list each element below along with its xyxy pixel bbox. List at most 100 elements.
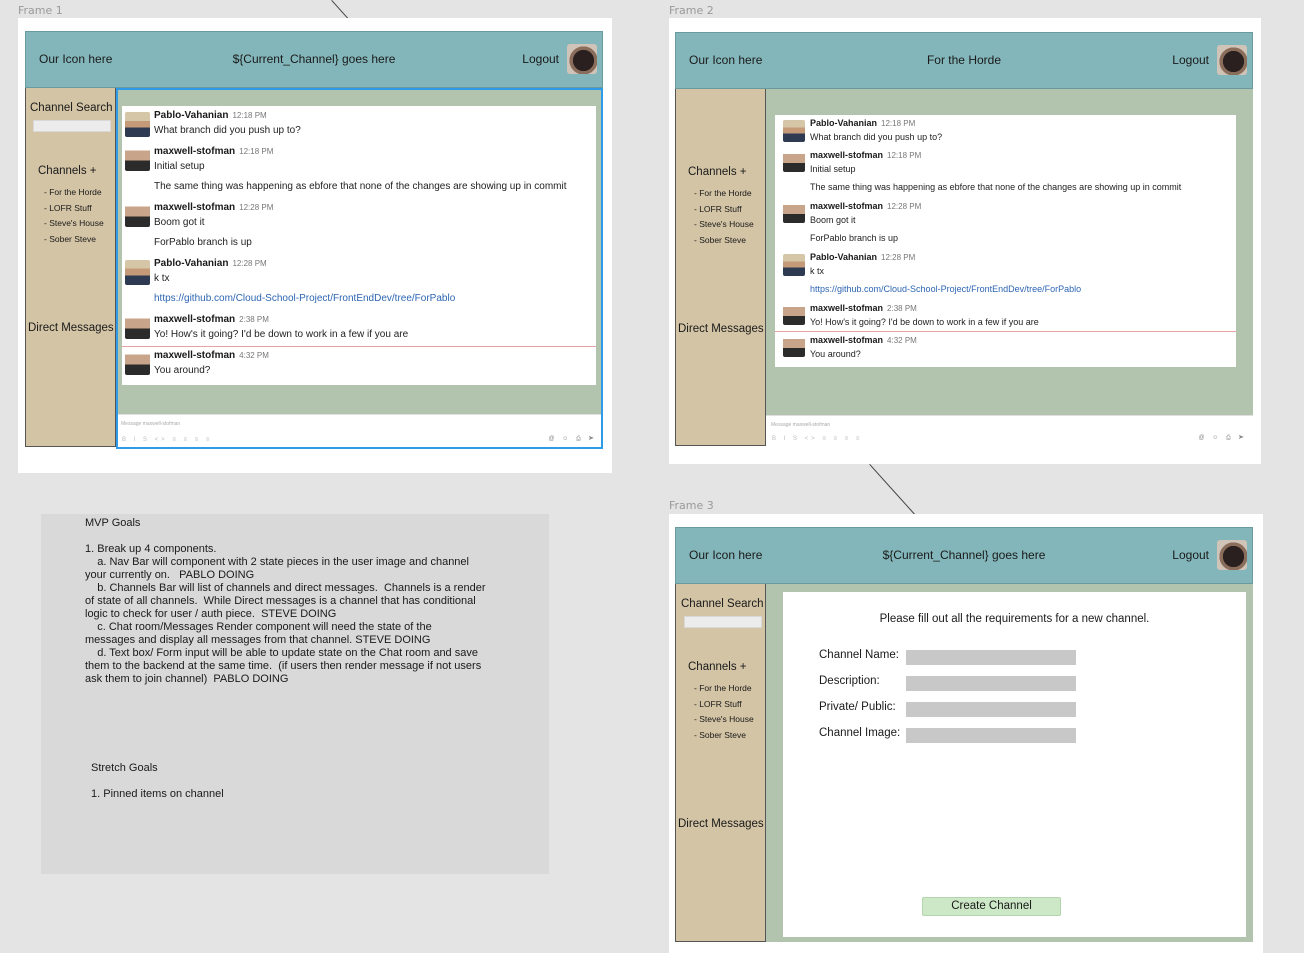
mvp-goals-title: MVP Goals — [85, 517, 141, 529]
create-channel-button[interactable]: Create Channel — [922, 897, 1061, 916]
message-author[interactable]: maxwell-stofman 12:28 PM — [810, 201, 921, 211]
frame-1-label: Frame 1 — [18, 4, 63, 17]
message-list: Pablo-Vahanian 12:18 PM What branch did y… — [775, 115, 1236, 367]
composer-placeholder: Message maxwell-stofman — [771, 422, 831, 428]
channel-item[interactable]: - Steve's House — [694, 217, 754, 233]
mvp-goal-line: logic to check for user / auth piece. ST… — [85, 608, 337, 620]
nav-bar: Our Icon here ${Current_Channel} goes he… — [675, 527, 1253, 584]
connector-line-top — [331, 0, 349, 19]
channels-sidebar: Channel Search Channels + - For the Hord… — [25, 88, 116, 447]
mvp-goal-line: your currently on. PABLO DOING — [85, 569, 255, 581]
chat-main: Pablo-Vahanian 12:18 PM What branch did y… — [766, 89, 1253, 446]
channel-search-input[interactable] — [33, 120, 111, 132]
logout-button[interactable]: Logout — [1172, 53, 1209, 67]
channel-item[interactable]: - Sober Steve — [694, 233, 754, 249]
message-link[interactable]: https://github.com/Cloud-School-Project/… — [810, 284, 1081, 294]
channel-item[interactable]: - Steve's House — [44, 216, 104, 232]
message-author[interactable]: Pablo-Vahanian 12:18 PM — [810, 118, 915, 128]
message-author[interactable]: maxwell-stofman 2:38 PM — [810, 303, 917, 313]
channels-sidebar: Channels + - For the Horde - LOFR Stuff … — [675, 89, 766, 446]
form-instructions: Please fill out all the requirements for… — [879, 613, 1150, 625]
channel-search-label: Channel Search — [30, 102, 113, 114]
channel-item[interactable]: - LOFR Stuff — [44, 201, 104, 217]
direct-messages-label[interactable]: Direct Messages — [678, 818, 764, 830]
logout-button[interactable]: Logout — [1172, 548, 1209, 562]
stretch-goals-title: Stretch Goals — [91, 762, 158, 774]
message-time: 2:38 PM — [887, 304, 917, 313]
nav-bar: Our Icon here For the Horde Logout — [675, 32, 1253, 89]
frame-2: Our Icon here For the Horde Logout Chann… — [669, 18, 1261, 464]
user-avatar[interactable] — [1217, 45, 1247, 75]
connector-line-frame2-to-frame3 — [869, 464, 915, 515]
chat-app: Our Icon here ${Current_Channel} goes he… — [25, 31, 603, 449]
message-time: 12:28 PM — [887, 202, 922, 211]
frame-1: Our Icon here ${Current_Channel} goes he… — [18, 18, 612, 473]
message-composer[interactable]: Message maxwell-stofman B I S <> ≡ ≡ ≡ ≡… — [766, 415, 1253, 446]
frame-3-label: Frame 3 — [669, 499, 714, 512]
mvp-goal-line: them to the backend at the same time. (i… — [85, 660, 482, 672]
direct-messages-label[interactable]: Direct Messages — [28, 322, 114, 334]
message-text: Initial setup — [810, 164, 856, 174]
frame-3: Our Icon here ${Current_Channel} goes he… — [669, 514, 1263, 953]
message-text: k tx — [810, 266, 825, 276]
avatar — [783, 254, 805, 276]
channel-list: - For the Horde - LOFR Stuff - Steve's H… — [694, 186, 754, 249]
message-text: You around? — [810, 349, 861, 359]
description-input[interactable] — [906, 676, 1076, 691]
channel-name-label: Channel Name: — [819, 649, 899, 661]
channel-item[interactable]: - LOFR Stuff — [694, 202, 754, 218]
mvp-goal-line: a. Nav Bar will component with 2 state p… — [85, 556, 469, 568]
channel-item[interactable]: - Steve's House — [694, 712, 754, 728]
composer-actions[interactable]: @ ☺ ⎙ ➤ — [1198, 435, 1247, 442]
new-channel-form: Please fill out all the requirements for… — [783, 592, 1246, 937]
user-avatar[interactable] — [1217, 540, 1247, 570]
message-author[interactable]: maxwell-stofman 4:32 PM — [810, 335, 917, 345]
chat-app: Our Icon here For the Horde Logout Chann… — [675, 32, 1253, 446]
channel-search-input[interactable] — [684, 616, 762, 628]
channels-label[interactable]: Channels + — [688, 166, 747, 178]
chat-app: Our Icon here ${Current_Channel} goes he… — [675, 527, 1253, 953]
mvp-goal-line: 1. Break up 4 components. — [85, 543, 217, 555]
avatar — [783, 150, 805, 172]
channel-image-input[interactable] — [906, 728, 1076, 743]
channel-search-label: Channel Search — [681, 598, 764, 610]
channels-label[interactable]: Channels + — [688, 661, 747, 673]
channel-name-input[interactable] — [906, 650, 1076, 665]
message-text: Yo! How's it going? I'd be down to work … — [810, 317, 1039, 327]
message-author[interactable]: Pablo-Vahanian 12:28 PM — [810, 252, 915, 262]
goals-notes: MVP Goals 1. Break up 4 components. a. N… — [41, 514, 549, 874]
channel-item[interactable]: - For the Horde — [44, 185, 104, 201]
stretch-goal-line: 1. Pinned items on channel — [91, 788, 224, 800]
mvp-goal-line: b. Channels Bar will list of channels an… — [85, 582, 486, 594]
message-text: What branch did you push up to? — [810, 132, 943, 142]
privacy-label: Private/ Public: — [819, 701, 896, 713]
new-messages-divider — [775, 331, 1236, 332]
channel-item[interactable]: - For the Horde — [694, 681, 754, 697]
message-time: 4:32 PM — [887, 336, 917, 345]
direct-messages-label[interactable]: Direct Messages — [678, 323, 764, 335]
message-time: 12:28 PM — [881, 253, 916, 262]
mvp-goal-line: c. Chat room/Messages Render component w… — [85, 621, 432, 633]
channels-label[interactable]: Channels + — [38, 165, 97, 177]
channel-item[interactable]: - Sober Steve — [44, 232, 104, 248]
message-text: Boom got it — [810, 215, 856, 225]
chat-main: Please fill out all the requirements for… — [766, 584, 1253, 942]
channel-item[interactable]: - For the Horde — [694, 186, 754, 202]
privacy-input[interactable] — [906, 702, 1076, 717]
mvp-goal-line: ask them to join channel) PABLO DOING — [85, 673, 289, 685]
channel-item[interactable]: - LOFR Stuff — [694, 697, 754, 713]
channels-sidebar: Channel Search Channels + - For the Hord… — [675, 584, 766, 942]
frame-2-label: Frame 2 — [669, 4, 714, 17]
logout-button[interactable]: Logout — [522, 52, 559, 66]
channel-item[interactable]: - Sober Steve — [694, 728, 754, 744]
user-avatar[interactable] — [567, 44, 597, 74]
mvp-goal-line: d. Text box/ Form input will be able to … — [85, 647, 478, 659]
mvp-goal-line: messages and display all messages from t… — [85, 634, 431, 646]
avatar — [783, 335, 805, 357]
format-toolbar[interactable]: B I S <> ≡ ≡ ≡ ≡ — [772, 436, 862, 442]
description-label: Description: — [819, 675, 880, 687]
message-author[interactable]: maxwell-stofman 12:18 PM — [810, 150, 921, 160]
avatar — [783, 120, 805, 142]
message-time: 12:18 PM — [887, 151, 922, 160]
avatar — [783, 201, 805, 223]
